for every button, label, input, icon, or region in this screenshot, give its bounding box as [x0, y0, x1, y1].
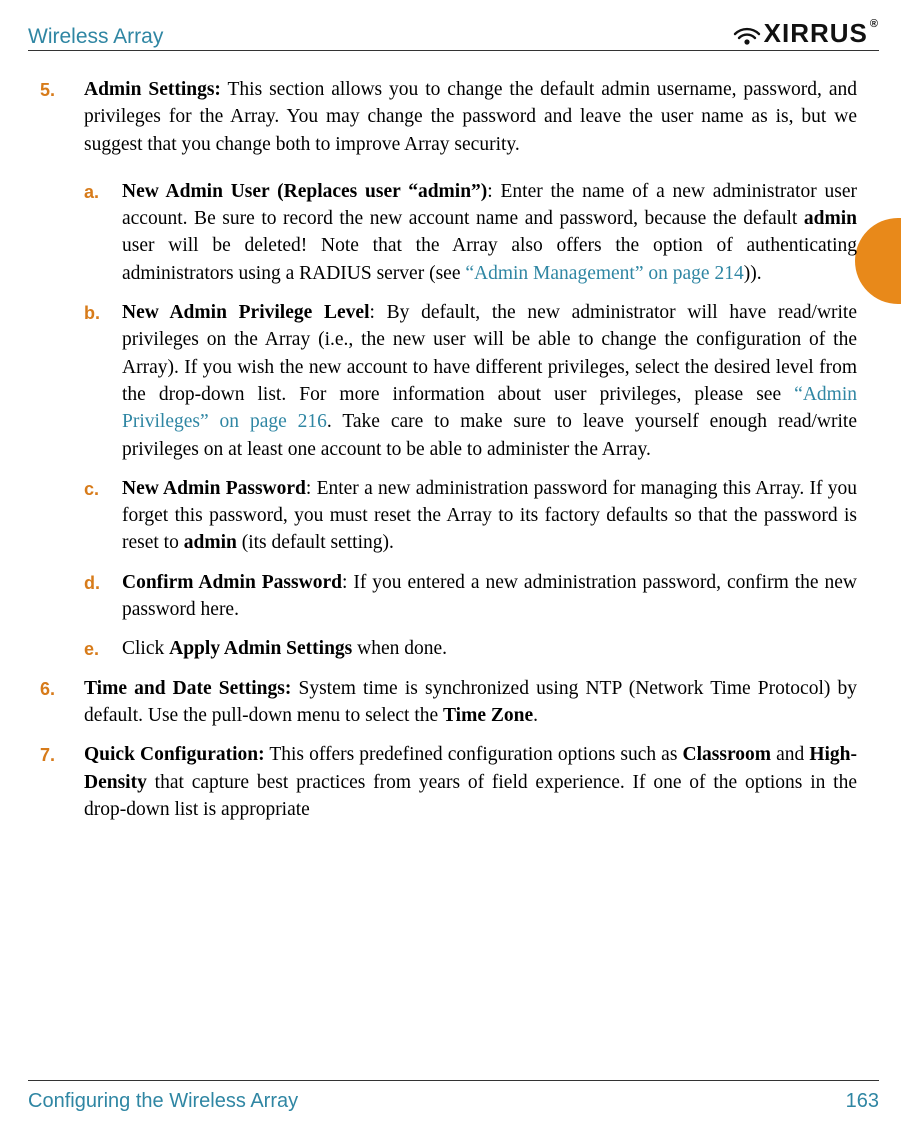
sub-title: New Admin Privilege Level: [122, 302, 370, 323]
sub-title: New Admin User (Replaces user “admin”): [122, 181, 487, 202]
item-text: This offers predefined configuration opt…: [265, 744, 683, 765]
footer-rule: [28, 1080, 879, 1081]
sub-bold: admin: [184, 532, 237, 553]
item-text: and: [771, 744, 809, 765]
brand-text: XIRRUS: [764, 18, 868, 49]
footer-section: Configuring the Wireless Array: [28, 1090, 298, 1113]
sub-body: New Admin Password: Enter a new administ…: [122, 475, 857, 557]
cross-ref-link[interactable]: “Admin Management” on page 214: [465, 263, 743, 284]
sub-text: Click: [122, 638, 169, 659]
sub-body: Click Apply Admin Settings when done.: [122, 635, 857, 662]
page-number: 163: [846, 1090, 879, 1113]
sub-letter: b.: [84, 299, 122, 463]
item-text: .: [533, 705, 538, 726]
item-text: that capture best practices from years o…: [84, 772, 857, 820]
sub-text: )).: [744, 263, 762, 284]
item-body: Quick Configuration: This offers predefi…: [84, 741, 857, 823]
section-tab: [855, 218, 901, 304]
sub-body: New Admin User (Replaces user “admin”): …: [122, 178, 857, 287]
item-lead-bold: Admin Settings:: [84, 79, 221, 100]
sub-bold: admin: [804, 208, 857, 229]
item-number: 6.: [40, 675, 84, 730]
item-body: Admin Settings: This section allows you …: [84, 76, 857, 158]
sub-letter: d.: [84, 569, 122, 624]
item-number: 7.: [40, 741, 84, 823]
sub-letter: c.: [84, 475, 122, 557]
item-lead-bold: Quick Configuration:: [84, 744, 265, 765]
header-title: Wireless Array: [28, 25, 163, 49]
list-item: 5. Admin Settings: This section allows y…: [40, 76, 857, 172]
sub-text: (its default setting).: [237, 532, 394, 553]
sub-item: a. New Admin User (Replaces user “admin”…: [40, 178, 857, 287]
sub-bold: Apply Admin Settings: [169, 638, 352, 659]
sub-body: New Admin Privilege Level: By default, t…: [122, 299, 857, 463]
item-body: Time and Date Settings: System time is s…: [84, 675, 857, 730]
item-number: 5.: [40, 76, 84, 172]
sub-item: b. New Admin Privilege Level: By default…: [40, 299, 857, 463]
sub-item: e. Click Apply Admin Settings when done.: [40, 635, 857, 662]
page-body: 5. Admin Settings: This section allows y…: [40, 72, 857, 1051]
header-rule: [28, 50, 879, 51]
sub-item: c. New Admin Password: Enter a new admin…: [40, 475, 857, 557]
list-item: 6. Time and Date Settings: System time i…: [40, 675, 857, 730]
registered-icon: ®: [870, 18, 879, 30]
list-item: 7. Quick Configuration: This offers pred…: [40, 741, 857, 823]
brand-logo: XIRRUS ®: [732, 18, 879, 49]
page: Wireless Array XIRRUS ® 5. Admin Setting…: [0, 0, 901, 1137]
sub-item: d. Confirm Admin Password: If you entere…: [40, 569, 857, 624]
sub-text: when done.: [352, 638, 447, 659]
wifi-icon: [732, 21, 762, 47]
sub-title: Confirm Admin Password: [122, 572, 342, 593]
item-bold: Time Zone: [443, 705, 533, 726]
item-lead-bold: Time and Date Settings:: [84, 678, 291, 699]
item-bold: Classroom: [683, 744, 771, 765]
sub-title: New Admin Password: [122, 478, 306, 499]
sub-body: Confirm Admin Password: If you entered a…: [122, 569, 857, 624]
sub-letter: e.: [84, 635, 122, 662]
sub-letter: a.: [84, 178, 122, 287]
page-footer: Configuring the Wireless Array 163: [28, 1090, 879, 1113]
page-header: Wireless Array XIRRUS ®: [28, 18, 879, 49]
